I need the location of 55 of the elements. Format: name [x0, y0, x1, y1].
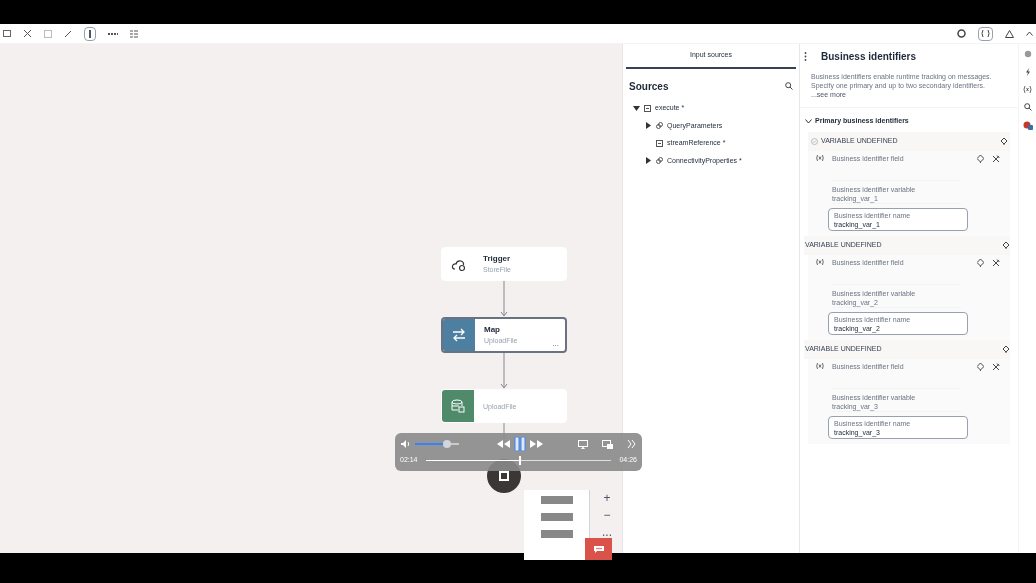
variables-button[interactable] — [978, 26, 993, 41]
error-badge-icon[interactable] — [1022, 121, 1033, 130]
pin-icon[interactable] — [1003, 241, 1009, 249]
search-icon[interactable] — [785, 82, 793, 90]
minimap-panel — [524, 490, 590, 560]
caret-icon[interactable] — [633, 104, 640, 112]
lightning-icon[interactable] — [1024, 68, 1031, 76]
pause-icon[interactable] — [514, 437, 526, 451]
pin-icon[interactable] — [977, 362, 985, 371]
operation-icon — [644, 104, 651, 112]
chat-button[interactable] — [585, 538, 612, 560]
more-button[interactable]: ... — [602, 525, 612, 540]
swap-arrows-icon — [452, 328, 466, 342]
pin-icon[interactable] — [977, 258, 985, 267]
variable-icon — [816, 258, 824, 265]
tools-icon[interactable] — [992, 258, 1000, 267]
zoom-out-button[interactable]: − — [603, 508, 611, 523]
chat-icon — [592, 544, 605, 554]
tools-icon[interactable] — [992, 362, 1000, 371]
link-icon — [656, 157, 663, 165]
database-icon — [451, 399, 465, 413]
node-title: Map — [484, 324, 500, 335]
tools-icon[interactable] — [992, 154, 1000, 163]
caret-icon[interactable] — [645, 157, 652, 165]
pin-icon[interactable] — [977, 154, 985, 163]
more-options-button[interactable]: ... — [552, 339, 559, 348]
connector-arrow — [500, 281, 508, 317]
fast-forward-icon[interactable] — [530, 440, 543, 448]
zoom-in-button[interactable]: + — [603, 491, 611, 506]
connector-arrow — [500, 353, 508, 389]
volume-icon[interactable] — [401, 440, 411, 448]
caret-icon[interactable] — [645, 122, 652, 130]
picture-in-picture-icon[interactable] — [602, 439, 613, 449]
panel-title: Business identifiers — [821, 50, 917, 64]
chevrons-right-icon[interactable] — [627, 440, 636, 448]
pin-icon[interactable] — [1003, 345, 1009, 353]
more-options-icon[interactable] — [804, 52, 807, 61]
variable-icon — [816, 154, 824, 161]
panel-title: Sources — [629, 79, 669, 94]
link-icon — [656, 122, 663, 130]
collapse-up-icon[interactable] — [1026, 31, 1033, 36]
braces-icon — [981, 30, 990, 37]
rewind-icon[interactable] — [497, 440, 510, 448]
check-circle-icon — [811, 137, 818, 145]
warning-icon[interactable] — [1005, 29, 1014, 38]
scissors-icon[interactable] — [23, 29, 32, 38]
screen-cast-icon[interactable] — [578, 439, 588, 449]
search-icon[interactable] — [1023, 103, 1032, 111]
node-title: Trigger — [483, 253, 511, 264]
pin-icon[interactable] — [1001, 137, 1007, 145]
variables-icon[interactable] — [1023, 86, 1032, 93]
horizontal-layout-icon[interactable] — [108, 31, 118, 36]
variable-icon — [816, 362, 824, 369]
vertical-layout-button[interactable] — [84, 26, 96, 41]
field-icon — [656, 139, 663, 147]
